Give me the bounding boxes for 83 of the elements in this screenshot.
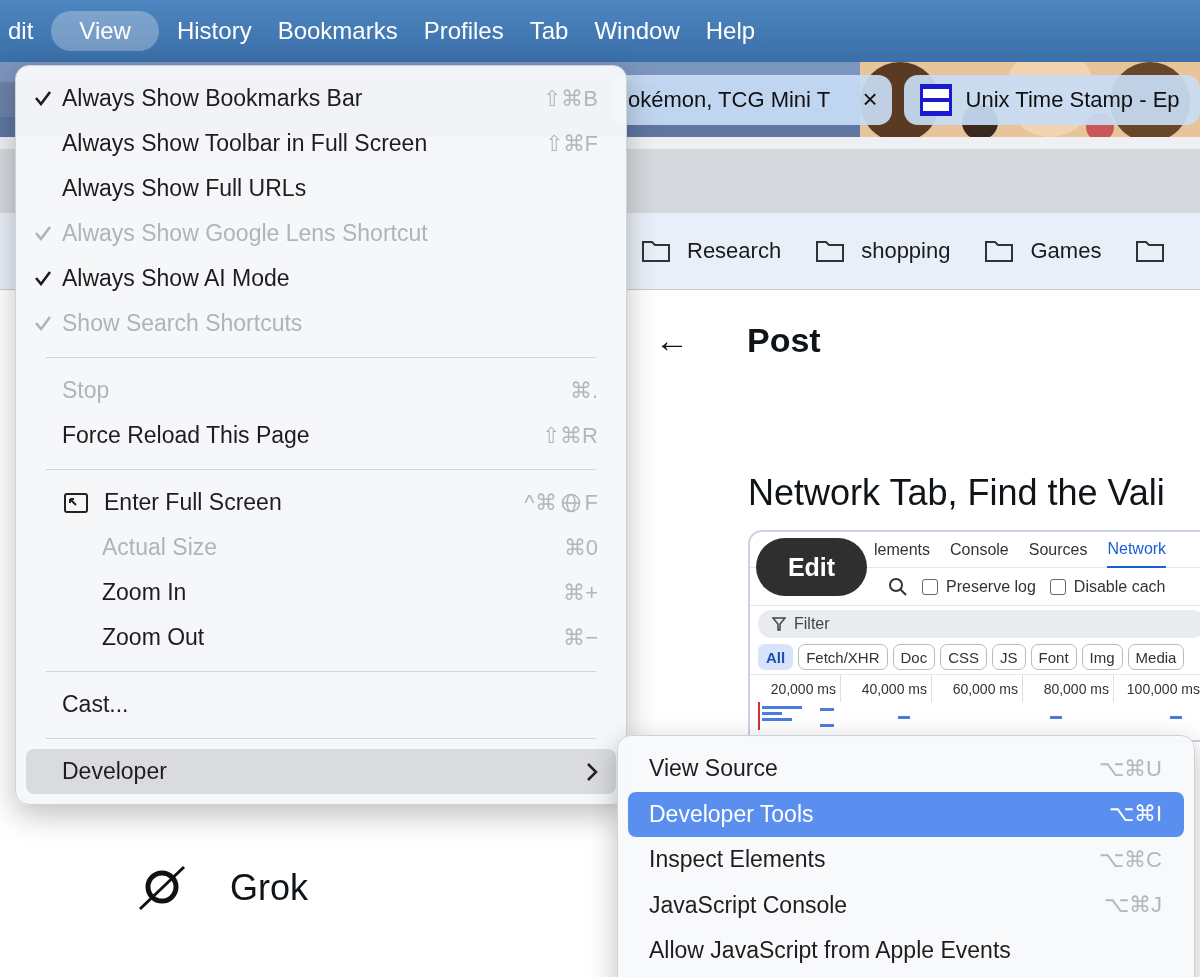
menu-item[interactable]: Force Reload This Page ⇧⌘R [26,413,616,458]
check-icon [34,269,52,286]
checkbox-label: Disable cach [1073,577,1166,596]
menu-title[interactable]: Bookmarks [269,11,406,51]
tab-title: Unix Time Stamp - Ep [965,86,1181,113]
article-title: Network Tab, Find the Vali [748,472,1165,514]
checkbox-label: Preserve log [946,577,1036,596]
fullscreen-icon [64,492,88,513]
menu-item[interactable]: Zoom Out ⌘− [26,615,616,660]
menu-title[interactable]: Window [586,11,688,51]
devtools-tab[interactable]: Sources [1028,532,1088,568]
filter-icon [772,617,786,631]
shortcut-keys: ⇧⌘F [544,130,598,157]
devtools-tab[interactable]: Console [950,532,1009,568]
browser-tab[interactable]: Unix Time Stamp - Ep [903,74,1200,125]
shortcut-keys: ⇧⌘R [542,422,598,449]
filter-chip[interactable]: Font [1030,644,1077,670]
folder-icon [1135,239,1166,263]
menu-title[interactable]: Profiles [415,11,512,51]
timeline-tick: 20,000 ms [750,675,841,702]
shortcut-keys: ⌥⌘I [1108,801,1162,828]
devtools-tab[interactable]: Network [1107,532,1167,568]
bookmark-label: shopping [861,238,951,264]
timeline-tick: 40,000 ms [841,675,932,702]
close-icon[interactable]: × [862,84,878,115]
menu-title[interactable]: History [168,11,260,51]
bookmark-label: Research [687,238,782,264]
filter-field[interactable]: Filter [758,610,1200,638]
menu-item[interactable]: Allow JavaScript from Apple Events [628,928,1184,974]
filter-chip[interactable]: Img [1081,644,1123,670]
menu-title[interactable]: Help [697,11,764,51]
menu-item[interactable]: Developer [26,749,616,794]
search-icon[interactable] [888,576,908,597]
menu-item[interactable]: Zoom In ⌘+ [26,570,616,615]
filter-chip[interactable]: CSS [940,644,988,670]
timeline-tick: 60,000 ms [932,675,1023,702]
page-title: Post [747,320,821,360]
check-icon [34,314,52,331]
menu-item[interactable]: View Source ⌥⌘U [628,746,1184,792]
timeline-tick: 100,000 ms [1114,675,1200,702]
shortcut-keys: ⌥⌘J [1104,892,1162,919]
checkbox[interactable] [922,578,938,595]
tab-title: okémon, TCG Mini T [628,86,832,113]
bookmark-folder[interactable] [1135,239,1166,263]
bookmark-folder[interactable]: shopping [815,238,951,264]
sidebar-item[interactable]: Grok [138,865,308,911]
filter-chip[interactable]: Doc [892,644,936,670]
filter-chip[interactable]: Fetch/XHR [798,644,888,670]
grok-logo-icon [138,865,186,911]
shortcut-keys: ⌥⌘C [1099,846,1162,873]
checkbox[interactable] [1049,578,1066,595]
menu-item[interactable]: Enter Full Screen ^⌘ F [26,480,616,525]
menu-item[interactable]: Always Show AI Mode [26,256,616,301]
folder-icon [641,239,671,263]
shortcut-keys: ⇧⌘B [543,85,598,112]
chevron-icon [586,761,598,782]
menu-item[interactable]: JavaScript Console ⌥⌘J [628,882,1184,928]
check-icon [34,224,52,241]
bookmark-label: Games [1030,238,1102,264]
shortcut-keys: ⌘. [569,377,598,404]
menu-item[interactable]: Cast... [26,682,616,727]
bookmark-folder[interactable]: Games [984,238,1102,264]
timeline-tick: 80,000 ms [1023,675,1114,702]
check-icon [34,89,52,106]
shortcut-keys: ^⌘ [524,489,557,516]
shortcut-keys: ⌥⌘U [1099,755,1162,782]
menu-title[interactable]: dit [0,11,42,51]
folder-icon [815,239,846,263]
filter-chip[interactable]: Media [1127,644,1185,670]
menu-item[interactable]: Inspect Elements ⌥⌘C [628,837,1184,883]
shortcut-key: F [584,489,598,516]
folder-icon [984,239,1015,263]
filter-chip[interactable]: All [758,644,794,670]
back-arrow[interactable]: ← [655,320,689,360]
edit-button[interactable]: Edit [756,538,867,596]
bookmark-folder[interactable]: Research [641,238,782,264]
shortcut-keys: ⌘− [563,624,598,651]
menu-title[interactable]: Tab [521,11,577,51]
shortcut-keys: ⌘+ [563,579,598,606]
filter-chip[interactable]: JS [992,644,1026,670]
shortcut-keys: ⌘0 [563,534,598,561]
devtools-tab[interactable]: lements [874,532,931,568]
favicon-icon [919,83,952,116]
